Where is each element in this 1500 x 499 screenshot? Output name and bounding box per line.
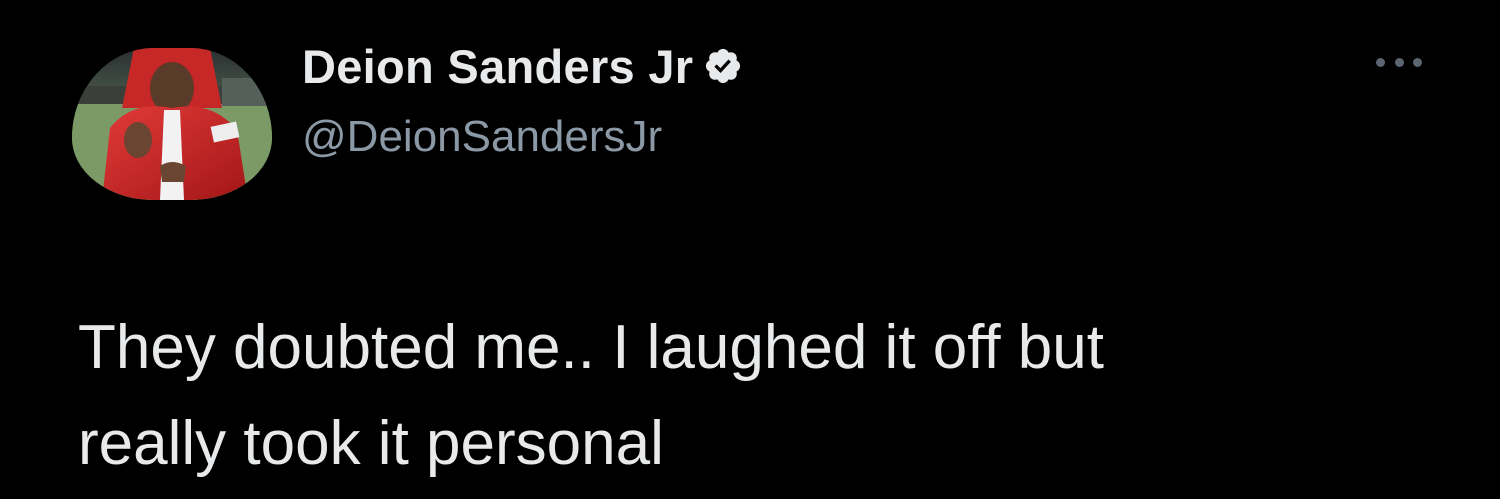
author-name-row: Deion Sanders Jr	[302, 38, 743, 94]
verified-badge-icon	[703, 46, 743, 86]
avatar[interactable]	[72, 48, 272, 200]
more-options-icon[interactable]	[1376, 52, 1422, 72]
tweet-text: They doubted me.. I laughed it off but r…	[78, 300, 1478, 492]
avatar-photo	[72, 48, 272, 200]
author-handle[interactable]: @DeionSandersJr	[302, 112, 662, 162]
tweet: Deion Sanders Jr @DeionSandersJr They do…	[0, 0, 1500, 499]
author-display-name[interactable]: Deion Sanders Jr	[302, 39, 693, 94]
tweet-text-line-2: really took it personal	[78, 409, 664, 479]
tweet-text-line-1: They doubted me.. I laughed it off but	[78, 313, 1104, 382]
